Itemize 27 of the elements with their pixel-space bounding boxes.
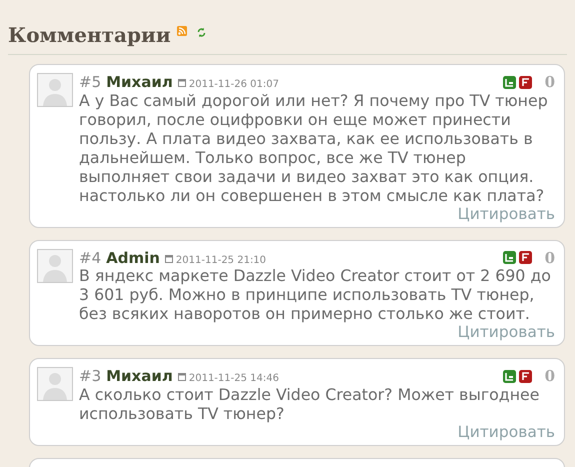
comment-number: #4: [79, 248, 102, 268]
rss-icon[interactable]: [176, 26, 187, 36]
comment-author: Михаил: [106, 366, 173, 387]
calendar-icon: [178, 79, 186, 87]
refresh-icon[interactable]: [196, 26, 206, 38]
comment-text: А у Вас самый дорогой или нет? Я почему про TV тюнер говорил, после оцифровки он еще может принести пользу. А плата видео захвата, как ее использовать в дальнейшем. Только вопрос, все же TV тюнер выполняет свои задачи и видео захват это как опция. настолько ли он совершенен в этом смысле как плата?: [79, 90, 549, 204]
calendar-icon: [164, 254, 173, 262]
rating-count: 0: [544, 366, 555, 387]
comment-date: 2011-11-25 21:10: [176, 254, 266, 268]
comment-author: Михаил: [106, 72, 173, 93]
rating-count: 0: [544, 72, 555, 93]
quote-link[interactable]: Цитировать: [458, 422, 555, 442]
avatar-icon: [37, 248, 73, 282]
comment-text: А сколько стоит Dazzle Video Creator? Может выгоднее использовать TV тюнер?: [79, 384, 540, 422]
calendar-icon: [178, 373, 186, 381]
rating-count: 0: [544, 248, 555, 268]
comment-number: #5: [79, 72, 102, 93]
quote-link[interactable]: Цитировать: [458, 323, 555, 342]
section-title: Комментарии: [8, 22, 171, 49]
quote-link[interactable]: Цитировать: [458, 204, 555, 224]
avatar-icon: [37, 367, 73, 401]
comment-number: #3: [79, 366, 102, 387]
comment-date: 2011-11-26 01:07: [188, 78, 279, 92]
comment-date: 2011-11-25 14:46: [188, 372, 279, 386]
avatar-icon: [37, 73, 73, 107]
comment-text: В яндекс маркете Dazzle Video Creator стоит от 2 690 до 3 601 руб. Можно в принципе использовать TV тюнер, без всяких наворотов он примерно столько же стоит.: [79, 266, 552, 323]
comment-author: Admin: [106, 248, 160, 268]
